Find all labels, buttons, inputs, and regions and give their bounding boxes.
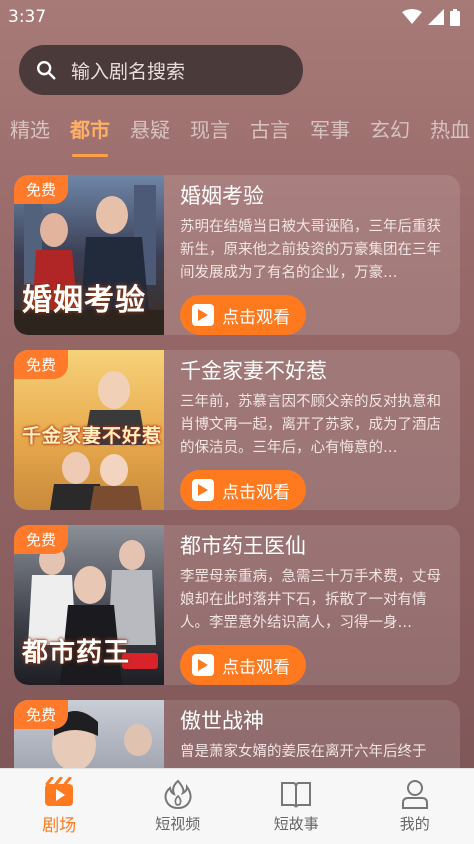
drama-description: 三年前，苏慕言因不顾父亲的反对执意和肖博文再一起，离开了苏家，成为了酒店的保洁员… [180, 394, 441, 456]
nav-short-video[interactable]: 短视频 [119, 779, 237, 834]
free-badge: 免费 [14, 175, 69, 204]
search-icon [37, 61, 56, 80]
watch-button[interactable]: 点击观看 [180, 645, 306, 685]
signal-icon [428, 9, 444, 25]
person-icon [401, 780, 428, 809]
book-icon [281, 782, 312, 808]
poster-title: 婚姻考验 [22, 283, 146, 318]
search-bar[interactable]: 输入剧名搜索 [19, 45, 303, 95]
nav-label: 短故事 [273, 815, 319, 833]
play-icon [192, 654, 214, 676]
bottom-nav: 剧场 短视频 短故事 我的 [0, 768, 474, 844]
drama-title: 都市药王医仙 [180, 534, 306, 558]
nav-label: 我的 [399, 815, 430, 833]
drama-poster[interactable]: 免费 都市药王 [14, 525, 164, 685]
play-icon [192, 304, 214, 326]
tab-6[interactable]: 玄幻 [360, 108, 420, 158]
poster-title: 千金家妻不好惹 [22, 425, 163, 447]
tab-0[interactable]: 精选 [0, 108, 60, 158]
status-bar: 3:37 [0, 0, 474, 34]
watch-button[interactable]: 点击观看 [180, 470, 306, 510]
status-icons [402, 8, 460, 26]
nav-label: 剧场 [42, 816, 77, 836]
play-icon [192, 479, 214, 501]
drama-poster[interactable]: 免费 千金家妻不好惹 [14, 350, 164, 510]
flame-icon [164, 779, 192, 809]
category-tabs: 精选 都市 悬疑 现言 古言 军事 玄幻 热血 [0, 108, 474, 158]
status-time: 3:37 [8, 7, 47, 27]
watch-button[interactable]: 点击观看 [180, 295, 306, 335]
drama-title: 千金家妻不好惹 [180, 359, 327, 383]
drama-title: 傲世战神 [180, 709, 264, 733]
tab-1[interactable]: 都市 [60, 108, 120, 158]
drama-list: 免费 婚姻考验 婚姻考验 苏明在结婚当日被大哥诬陷，三年后重获新生，原来他之前投… [14, 175, 460, 844]
watch-button-label: 点击观看 [222, 657, 290, 678]
tab-3[interactable]: 现言 [180, 108, 240, 158]
drama-card[interactable]: 免费 千金家妻不好惹 千金家妻不好惹 三年前，苏慕言因不顾父亲的反对执意和肖博文… [14, 350, 460, 510]
tab-5[interactable]: 军事 [300, 108, 360, 158]
drama-card[interactable]: 免费 婚姻考验 婚姻考验 苏明在结婚当日被大哥诬陷，三年后重获新生，原来他之前投… [14, 175, 460, 335]
battery-icon [450, 8, 460, 26]
tab-2[interactable]: 悬疑 [120, 108, 180, 158]
drama-title: 婚姻考验 [180, 184, 264, 208]
nav-short-story[interactable]: 短故事 [237, 779, 355, 834]
nav-profile[interactable]: 我的 [356, 779, 474, 834]
drama-description: 苏明在结婚当日被大哥诬陷，三年后重获新生，原来他之前投资的万豪集团在三年间发展成… [180, 219, 441, 281]
drama-card[interactable]: 免费 都市药王 都市药王医仙 李罡母亲重病，急需三十万手术费，丈母娘却在此时落井… [14, 525, 460, 685]
watch-button-label: 点击观看 [222, 482, 290, 503]
theater-icon [45, 777, 74, 806]
drama-poster[interactable]: 免费 婚姻考验 [14, 175, 164, 335]
nav-theater[interactable]: 剧场 [0, 777, 118, 836]
tab-4[interactable]: 古言 [240, 108, 300, 158]
free-badge: 免费 [14, 525, 69, 554]
free-badge: 免费 [14, 700, 69, 729]
wifi-icon [402, 9, 422, 24]
watch-button-label: 点击观看 [222, 307, 290, 328]
free-badge: 免费 [14, 350, 69, 379]
drama-description: 李罡母亲重病，急需三十万手术费，丈母娘却在此时落井下石，拆散了一对有情人。李罡意… [180, 569, 441, 631]
nav-label: 短视频 [155, 815, 201, 833]
poster-title: 都市药王 [22, 638, 131, 668]
tab-7[interactable]: 热血 [420, 108, 474, 158]
search-input[interactable]: 输入剧名搜索 [71, 57, 185, 84]
